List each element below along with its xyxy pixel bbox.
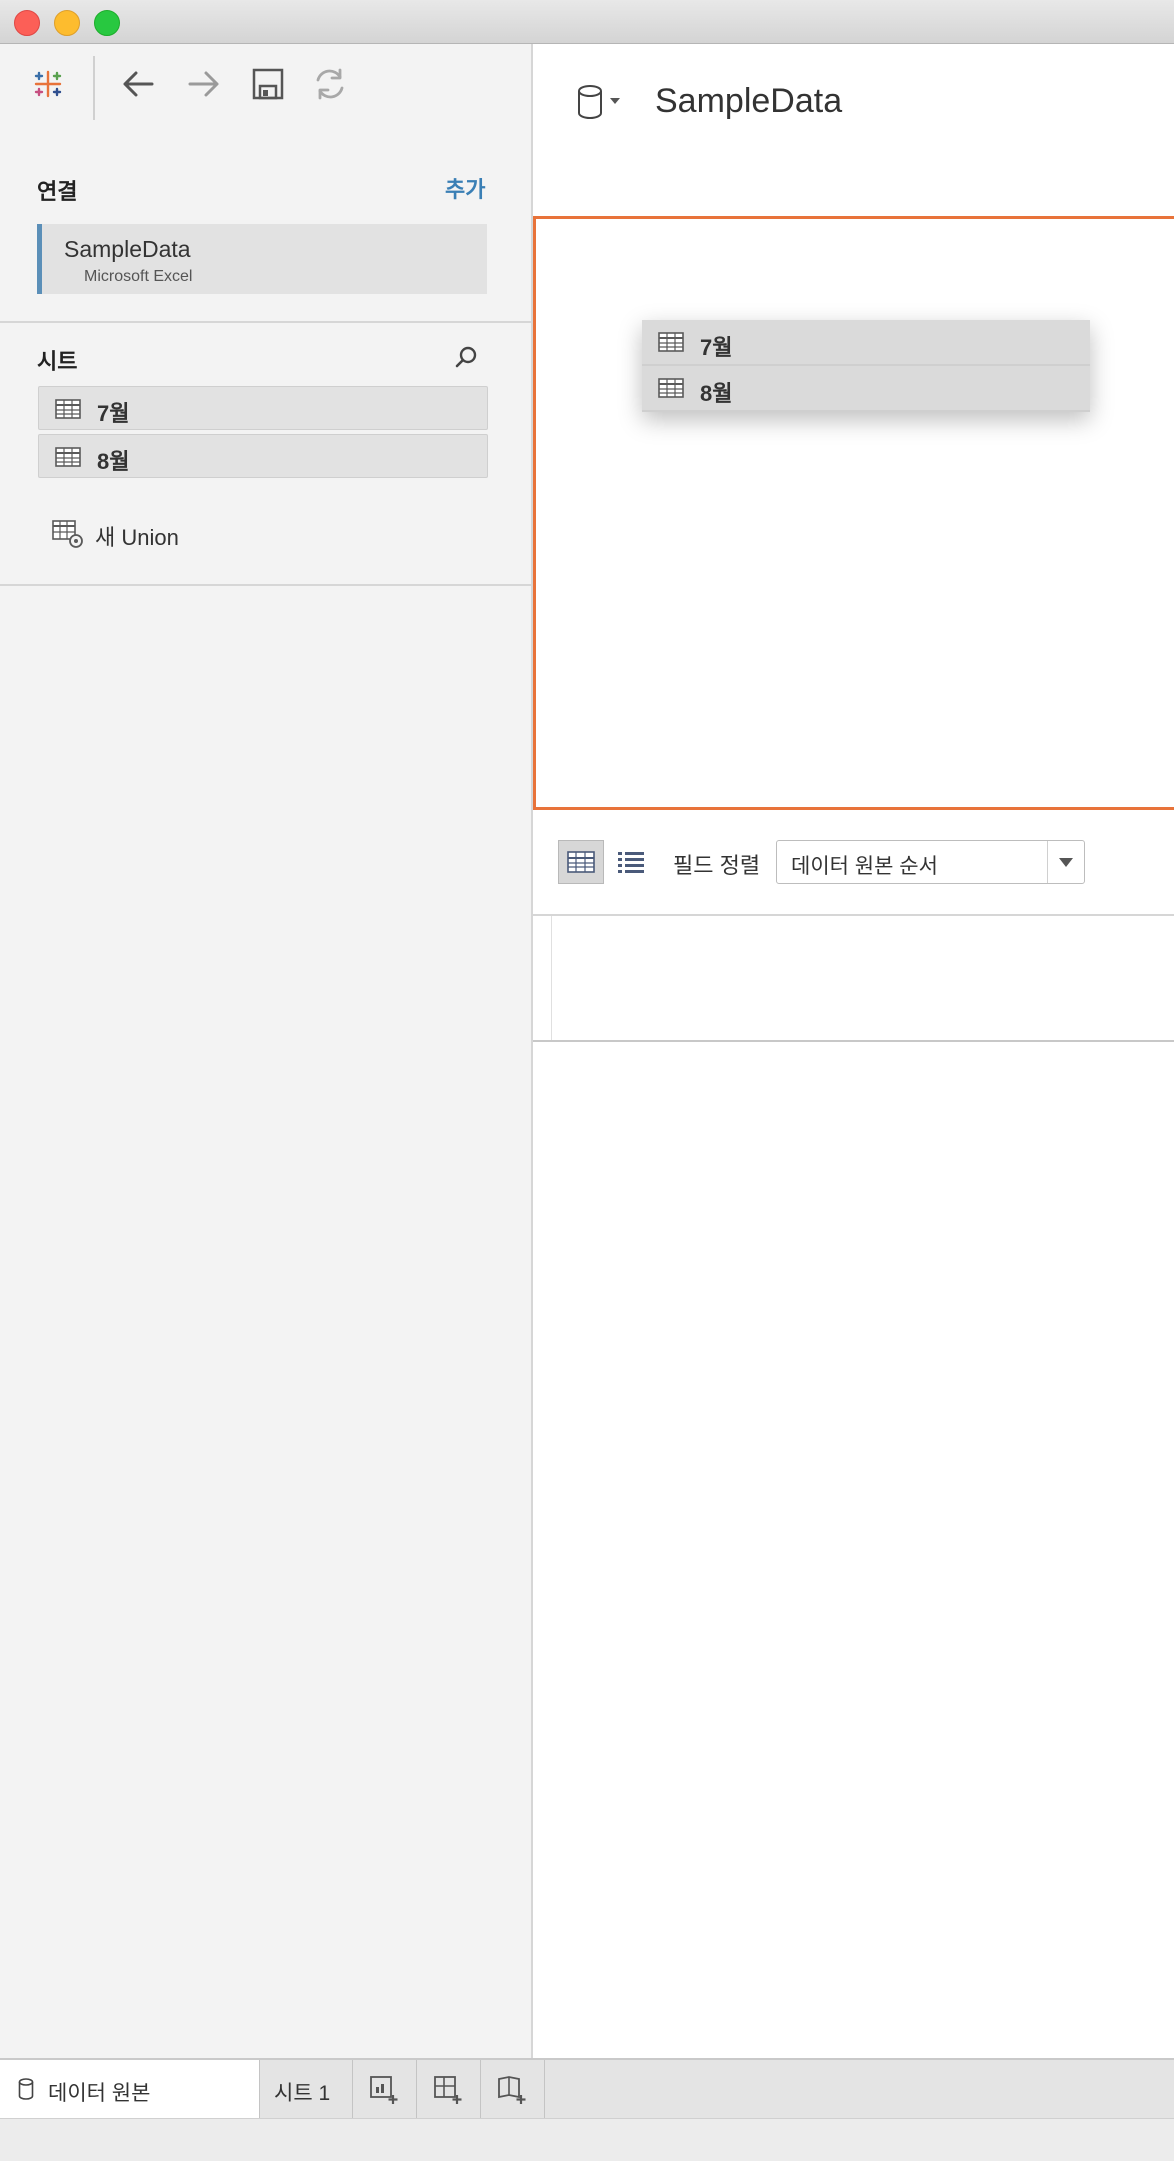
join-canvas[interactable]: 7월 8월 xyxy=(533,216,1174,810)
new-dashboard-button[interactable] xyxy=(417,2060,481,2120)
new-story-button[interactable] xyxy=(481,2060,545,2120)
save-icon xyxy=(252,68,284,100)
toolbar xyxy=(0,44,531,126)
sheet-search-button[interactable] xyxy=(452,344,480,372)
dragged-sheet-july[interactable]: 7월 xyxy=(642,320,1090,366)
chevron-down-icon[interactable] xyxy=(1047,841,1084,883)
dragged-sheet-label: 8월 xyxy=(700,381,733,406)
datasource-title[interactable]: SampleData xyxy=(655,82,842,121)
tab-sheet1-label: 시트 1 xyxy=(274,2082,331,2105)
sort-fields-label: 필드 정렬 xyxy=(673,853,761,878)
connection-item-sampledata[interactable]: SampleData Microsoft Excel xyxy=(37,224,487,294)
new-dashboard-icon xyxy=(433,2076,461,2104)
window-titlebar xyxy=(0,0,1174,44)
new-worksheet-icon xyxy=(369,2076,397,2104)
forward-arrow-icon xyxy=(188,71,219,97)
zoom-window-button[interactable] xyxy=(94,10,120,36)
grid-view-button[interactable] xyxy=(558,840,604,884)
back-button[interactable] xyxy=(116,62,160,106)
new-union-item[interactable]: 새 Union xyxy=(52,514,352,554)
new-union-label: 새 Union xyxy=(95,525,179,550)
dragged-sheets[interactable]: 7월 8월 xyxy=(642,320,1090,412)
table-icon xyxy=(658,378,684,398)
bottom-tab-bar: 데이터 원본 시트 1 xyxy=(0,2058,1174,2120)
tab-datasource-label: 데이터 원본 xyxy=(48,2082,151,2105)
tab-sheet1[interactable]: 시트 1 xyxy=(260,2060,353,2120)
table-icon xyxy=(55,447,81,467)
refresh-icon xyxy=(316,68,344,100)
dragged-sheet-august[interactable]: 8월 xyxy=(642,366,1090,412)
list-view-icon xyxy=(618,852,644,873)
new-worksheet-button[interactable] xyxy=(353,2060,417,2120)
toolbar-divider xyxy=(93,56,95,120)
tab-datasource[interactable]: 데이터 원본 xyxy=(0,2060,260,2120)
sort-fields-select[interactable]: 데이터 원본 순서 xyxy=(776,840,1085,884)
table-icon xyxy=(658,332,684,352)
data-grid-bottom-border xyxy=(533,1040,1174,1042)
grid-toolbar: 필드 정렬 데이터 원본 순서 xyxy=(533,834,1174,894)
list-view-button[interactable] xyxy=(608,840,654,884)
data-grid-top-border xyxy=(533,914,1174,916)
sheet-item-august[interactable]: 8월 xyxy=(38,434,488,478)
datasource-menu-icon[interactable] xyxy=(575,84,625,122)
back-arrow-icon xyxy=(123,71,154,97)
refresh-button[interactable] xyxy=(308,62,352,106)
search-icon xyxy=(455,346,477,368)
grid-view-icon xyxy=(567,851,595,873)
sort-fields-value: 데이터 원본 순서 xyxy=(791,855,938,878)
sheet-label: 8월 xyxy=(97,449,130,474)
sheet-item-july[interactable]: 7월 xyxy=(38,386,488,430)
save-button[interactable] xyxy=(246,62,290,106)
tableau-logo-icon[interactable] xyxy=(26,62,70,106)
connection-name: SampleData xyxy=(64,236,191,262)
sheets-heading: 시트 xyxy=(37,349,78,374)
sidebar-divider xyxy=(0,584,531,586)
status-bar xyxy=(0,2118,1174,2161)
left-sidebar: 연결 추가 SampleData Microsoft Excel 시트 7월 8… xyxy=(0,44,533,2060)
dragged-sheet-label: 7월 xyxy=(700,335,733,360)
add-connection-link[interactable]: 추가 xyxy=(445,172,485,204)
connections-heading: 연결 xyxy=(37,179,78,204)
close-window-button[interactable] xyxy=(14,10,40,36)
main-panel: SampleData 7월 8월 필드 정렬 데이터 원본 순서 xyxy=(533,44,1174,2060)
union-table-icon xyxy=(52,520,83,548)
data-grid-column-border xyxy=(551,916,552,1040)
connection-type: Microsoft Excel xyxy=(84,268,193,285)
forward-button[interactable] xyxy=(182,62,226,106)
minimize-window-button[interactable] xyxy=(54,10,80,36)
new-story-icon xyxy=(497,2076,525,2104)
sidebar-divider xyxy=(0,321,531,323)
sheet-label: 7월 xyxy=(97,401,130,426)
datasource-icon xyxy=(18,2078,34,2100)
table-icon xyxy=(55,399,81,419)
